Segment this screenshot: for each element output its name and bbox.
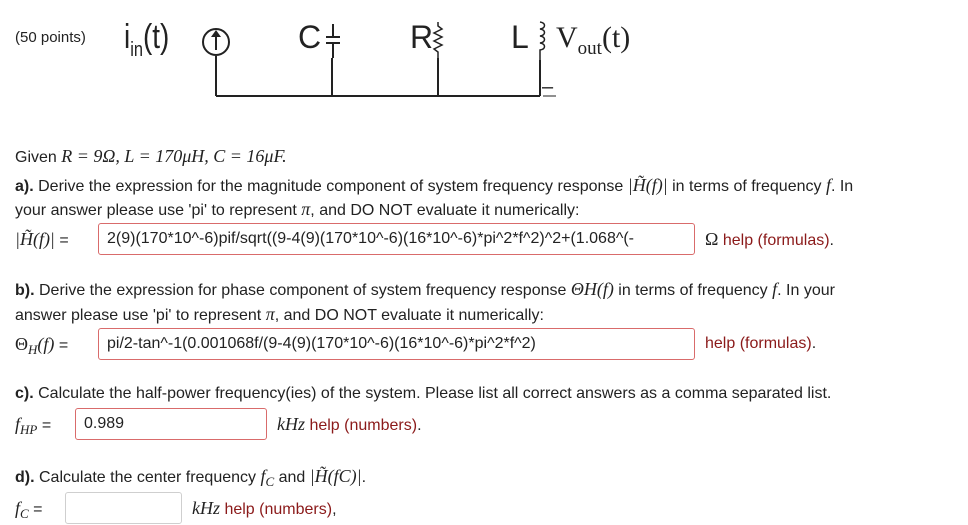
part-d-help-line: kHz help (numbers), [192, 498, 337, 518]
part-c-label: c). [15, 385, 34, 402]
part-b-prompt-line-2: answer please use 'pi' to represent π, a… [15, 304, 544, 324]
part-b-label: b). [15, 282, 35, 299]
half-power-frequency-field[interactable]: 0.989 [75, 408, 267, 440]
source-label: iin(t) [124, 18, 170, 61]
part-a-help-line: Ω help (formulas). [705, 229, 834, 249]
part-d-label: d). [15, 469, 35, 486]
part-d-help-link[interactable]: help (numbers) [224, 501, 332, 518]
resistor-zigzag-icon [432, 22, 444, 58]
part-a-field-label: |H̃(f)| = [15, 229, 69, 249]
center-frequency-field[interactable] [65, 492, 182, 524]
khz-unit: kHz [277, 414, 305, 434]
current-arrow-head [211, 30, 221, 37]
given-prefix: Given [15, 149, 57, 166]
inductor-label: L [511, 19, 529, 55]
given-line: Given R = 9Ω, L = 170μH, C = 16μF. [15, 146, 287, 168]
inductor-coil-icon [539, 21, 546, 60]
output-minus-label: – [542, 76, 554, 98]
part-d-field-label: fC = [15, 498, 43, 522]
part-d-prompt: d). Calculate the center frequency fC an… [15, 466, 367, 490]
output-label: Vout(t) [556, 21, 631, 59]
part-a-prompt-line-1: a). Derive the expression for the magnit… [15, 175, 854, 195]
capacitor-label: C [298, 19, 322, 55]
part-a-help-link[interactable]: help (formulas) [723, 232, 830, 249]
ohm-unit: Ω [705, 229, 719, 249]
part-b-prompt-line-1: b). Derive the expression for phase comp… [15, 279, 835, 299]
part-c-field-label: fHP = [15, 414, 52, 438]
points-label: (50 points) [15, 29, 86, 46]
part-c-prompt: c). Calculate the half-power frequency(i… [15, 385, 832, 402]
circuit-diagram: iin(t) C R L Vout(t) – [104, 4, 666, 126]
magnitude-answer-field[interactable]: 2(9)(170*10^-6)pif/sqrt((9-4(9)(170*10^-… [98, 223, 695, 255]
khz-unit-d: kHz [192, 498, 220, 518]
part-b-help-line: help (formulas). [705, 335, 817, 352]
part-c-help-link[interactable]: help (numbers) [309, 417, 417, 434]
part-a-label: a). [15, 178, 34, 195]
phase-answer-field[interactable]: pi/2-tan^-1(0.001068f/(9-4(9)(170*10^-6)… [98, 328, 695, 360]
given-values: R = 9Ω, L = 170μH, C = 16μF. [61, 146, 287, 166]
resistor-label: R [410, 19, 434, 55]
part-b-field-label: ΘH(f) = [15, 334, 69, 358]
part-c-help-line: kHz help (numbers). [277, 414, 422, 434]
part-b-help-link[interactable]: help (formulas) [705, 335, 812, 352]
part-a-prompt-line-2: your answer please use 'pi' to represent… [15, 199, 580, 219]
